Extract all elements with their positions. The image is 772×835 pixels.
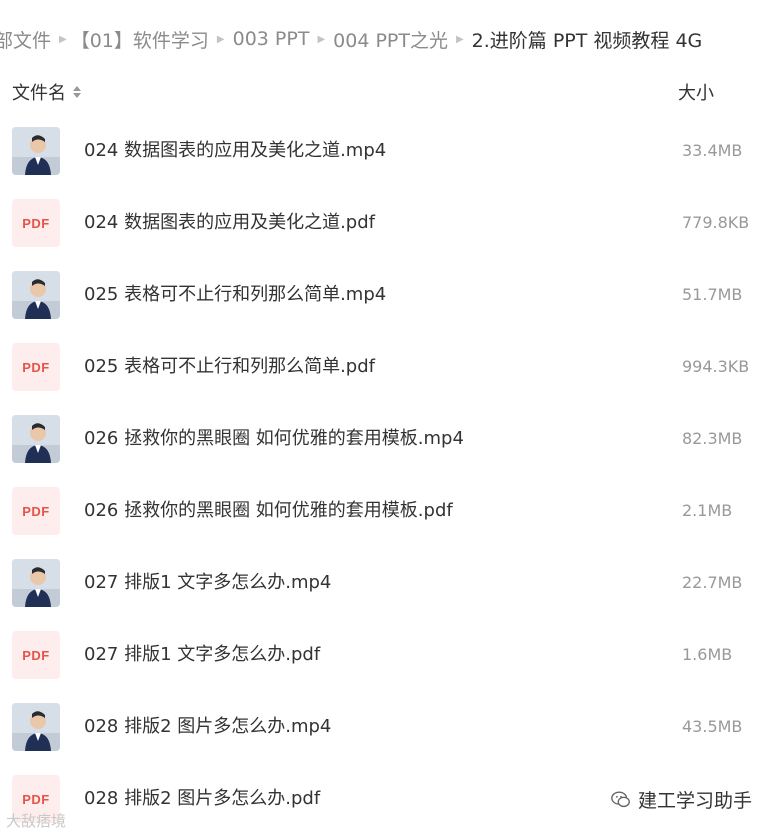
file-row[interactable]: PDF 026 拯救你的黑眼圈 如何优雅的套用模板.pdf 2.1MB (0, 475, 772, 547)
file-row[interactable]: 026 拯救你的黑眼圈 如何优雅的套用模板.mp4 82.3MB (0, 403, 772, 475)
file-row[interactable]: PDF 027 排版1 文字多怎么办.pdf 1.6MB (0, 619, 772, 691)
watermark-right: 建工学习助手 (609, 786, 752, 813)
file-row[interactable]: 027 排版1 文字多怎么办.mp4 22.7MB (0, 547, 772, 619)
file-size: 82.3MB (682, 429, 743, 448)
watermark-left: 大敌痞境 (6, 810, 66, 831)
pdf-icon-label: PDF (22, 791, 50, 807)
pdf-icon-label: PDF (22, 359, 50, 375)
breadcrumb-item-all-files[interactable]: 部文件 (0, 26, 51, 53)
file-name[interactable]: 026 拯救你的黑眼圈 如何优雅的套用模板.mp4 (84, 403, 464, 475)
file-row[interactable]: 028 排版2 图片多怎么办.mp4 43.5MB (0, 691, 772, 763)
breadcrumb-item-ppt-light[interactable]: 004 PPT之光 (333, 26, 448, 53)
pdf-icon-label: PDF (22, 215, 50, 231)
file-size: 22.7MB (682, 573, 743, 592)
file-name[interactable]: 027 排版1 文字多怎么办.pdf (84, 619, 320, 691)
pdf-file-icon: PDF (12, 199, 60, 247)
breadcrumb: 部文件 ▶ 【01】软件学习 ▶ 003 PPT ▶ 004 PPT之光 ▶ 2… (0, 24, 772, 54)
pdf-icon-label: PDF (22, 647, 50, 663)
file-name[interactable]: 026 拯救你的黑眼圈 如何优雅的套用模板.pdf (84, 475, 453, 547)
pdf-file-icon: PDF (12, 343, 60, 391)
video-thumbnail-icon (12, 559, 60, 607)
video-thumbnail-icon (12, 127, 60, 175)
file-row[interactable]: 024 数据图表的应用及美化之道.mp4 33.4MB (0, 115, 772, 187)
file-row[interactable]: PDF 025 表格可不止行和列那么简单.pdf 994.3KB (0, 331, 772, 403)
file-size: 33.4MB (682, 141, 743, 160)
file-size: 43.5MB (682, 717, 743, 736)
file-name[interactable]: 028 排版2 图片多怎么办.mp4 (84, 691, 331, 763)
file-name[interactable]: 025 表格可不止行和列那么简单.pdf (84, 331, 375, 403)
sort-icon[interactable] (73, 86, 81, 98)
file-row[interactable]: PDF 024 数据图表的应用及美化之道.pdf 779.8KB (0, 187, 772, 259)
chevron-right-icon: ▶ (59, 33, 67, 45)
video-thumbnail-icon (12, 271, 60, 319)
wechat-icon (611, 791, 630, 807)
breadcrumb-item-software[interactable]: 【01】软件学习 (71, 26, 209, 53)
file-name[interactable]: 027 排版1 文字多怎么办.mp4 (84, 547, 331, 619)
pdf-file-icon: PDF (12, 487, 60, 535)
watermark-right-text: 建工学习助手 (637, 790, 752, 812)
chevron-right-icon: ▶ (216, 33, 225, 45)
watermark-left-text: 大敌痞境 (6, 812, 67, 830)
file-name[interactable]: 024 数据图表的应用及美化之道.pdf (84, 187, 375, 259)
video-thumbnail-icon (12, 415, 60, 463)
video-thumbnail-icon (12, 703, 60, 751)
file-list-header: 文件名 大小 (0, 76, 772, 106)
pdf-file-icon: PDF (12, 631, 60, 679)
file-size: 779.8KB (682, 213, 750, 232)
file-size: 994.3KB (682, 357, 750, 376)
file-name[interactable]: 025 表格可不止行和列那么简单.mp4 (84, 259, 386, 331)
file-name[interactable]: 028 排版2 图片多怎么办.pdf (84, 763, 320, 835)
column-header-name[interactable]: 文件名 (12, 79, 81, 105)
file-size: 1.6MB (682, 645, 733, 664)
file-row[interactable]: 025 表格可不止行和列那么简单.mp4 51.7MB (0, 259, 772, 331)
file-name[interactable]: 024 数据图表的应用及美化之道.mp4 (84, 115, 386, 187)
chevron-right-icon: ▶ (317, 33, 326, 45)
column-header-name-label: 文件名 (12, 83, 66, 104)
pdf-icon-label: PDF (22, 503, 50, 519)
breadcrumb-item-ppt[interactable]: 003 PPT (233, 28, 310, 50)
file-size: 2.1MB (682, 501, 733, 520)
file-size: 51.7MB (682, 285, 743, 304)
chevron-right-icon: ▶ (455, 33, 464, 45)
column-header-size[interactable]: 大小 (678, 79, 714, 105)
breadcrumb-item-current: 2.进阶篇 PPT 视频教程 4G (471, 29, 703, 52)
